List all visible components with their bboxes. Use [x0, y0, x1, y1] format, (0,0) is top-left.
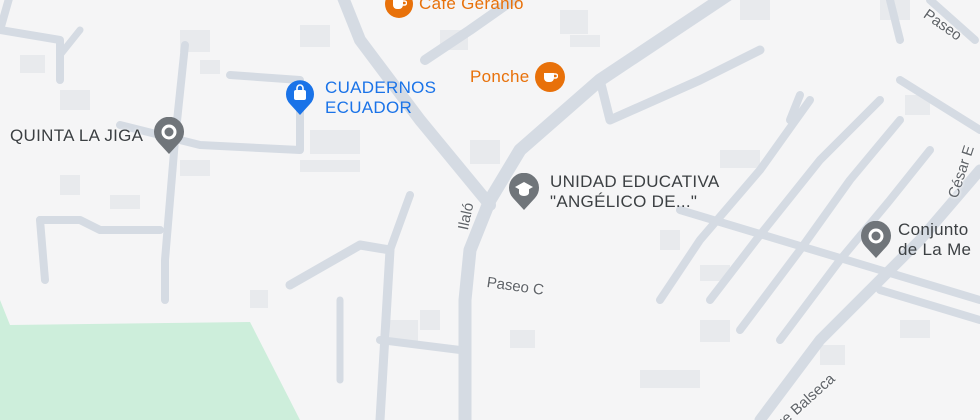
- poi-unidad-educativa[interactable]: UNIDAD EDUCATIVA "ANGÉLICO DE...": [508, 172, 719, 212]
- poi-label: QUINTA LA JIGA: [10, 126, 144, 145]
- poi-label-line2: de La Me: [898, 240, 972, 259]
- poi-quinta-la-jiga[interactable]: QUINTA LA JIGA: [10, 116, 185, 155]
- poi-ponche[interactable]: Ponche: [470, 62, 566, 92]
- map-canvas[interactable]: Café Geranio Ponche CUADERNOS ECUADOR QU…: [0, 0, 980, 420]
- poi-cafe-geranio[interactable]: Café Geranio: [330, 0, 524, 18]
- poi-conjunto-de-la-me[interactable]: Conjunto de La Me: [860, 220, 971, 260]
- poi-label-block: CUADERNOS ECUADOR: [325, 78, 436, 118]
- poi-label-line1: Conjunto: [898, 220, 969, 239]
- coffee-cup-icon: [535, 62, 566, 92]
- location-pin-icon: [860, 220, 892, 259]
- poi-label-block: Conjunto de La Me: [898, 220, 971, 260]
- coffee-cup-icon: [385, 0, 413, 18]
- poi-cuadernos-ecuador[interactable]: CUADERNOS ECUADOR: [285, 78, 436, 118]
- poi-label-block: UNIDAD EDUCATIVA "ANGÉLICO DE...": [550, 172, 719, 212]
- poi-label-line2: "ANGÉLICO DE...": [550, 192, 698, 211]
- poi-label-line1: CUADERNOS: [325, 78, 437, 97]
- poi-label: Café Geranio: [419, 0, 524, 13]
- location-pin-icon: [153, 116, 185, 155]
- poi-label-line1: UNIDAD EDUCATIVA: [550, 172, 720, 191]
- poi-label-line2: ECUADOR: [325, 98, 413, 117]
- park-area: [0, 300, 300, 420]
- poi-label: Ponche: [470, 67, 530, 86]
- school-cap-icon: [508, 172, 540, 211]
- shopping-bag-icon: [285, 80, 315, 116]
